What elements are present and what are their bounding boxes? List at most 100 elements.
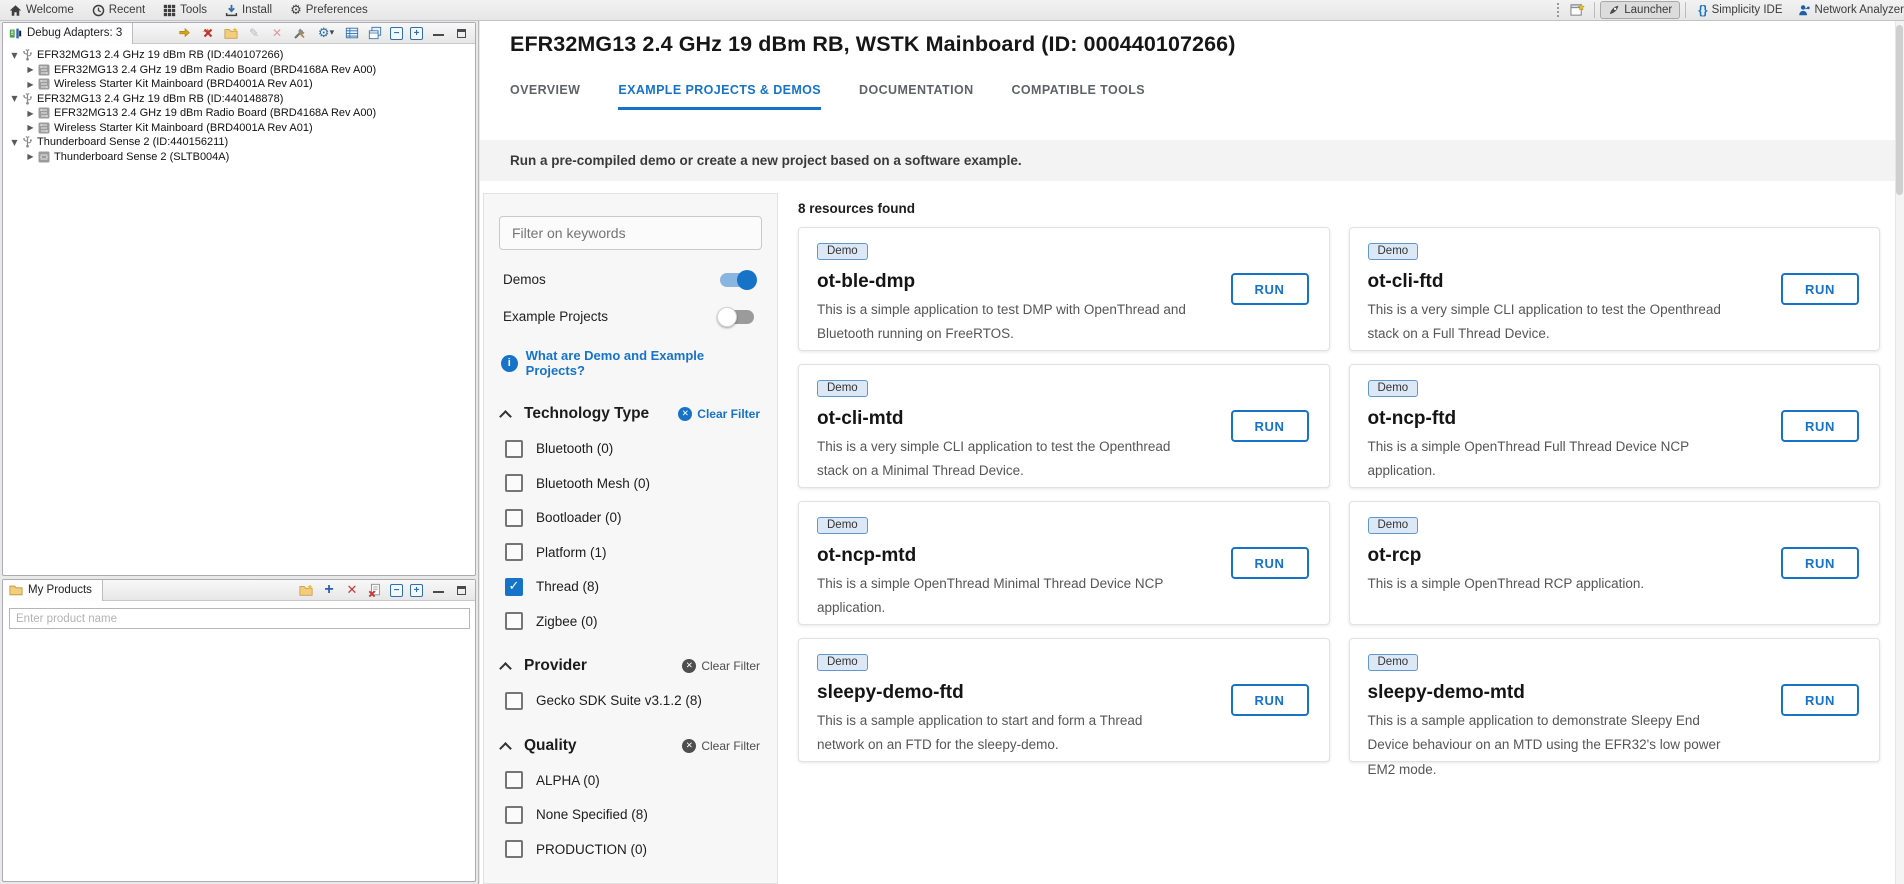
scrollbar-thumb[interactable] (1896, 25, 1903, 195)
run-button[interactable]: RUN (1231, 684, 1309, 716)
collapse-section-icon[interactable] (501, 741, 511, 751)
checkbox[interactable] (505, 692, 523, 710)
view-menu-icon[interactable] (344, 25, 360, 41)
checkbox[interactable] (505, 509, 523, 527)
collapse-all-icon[interactable]: − (390, 584, 403, 597)
run-button[interactable]: RUN (1231, 547, 1309, 579)
keyword-filter-input[interactable] (499, 216, 762, 250)
scrollbar[interactable] (1895, 21, 1904, 884)
expand-all-icon[interactable]: + (410, 584, 423, 597)
clear-filter-quality[interactable]: ✕ Clear Filter (682, 739, 760, 753)
my-products-header: My Products + ✕ − + (3, 580, 475, 601)
my-products-tab[interactable]: My Products (3, 580, 103, 601)
filter-option-none-specified[interactable]: None Specified (8) (499, 806, 762, 824)
perspective-launcher[interactable]: Launcher (1600, 1, 1680, 19)
maximize-view-icon[interactable] (453, 582, 469, 598)
menu-install[interactable]: Install (216, 0, 281, 20)
filter-option-production[interactable]: PRODUCTION (0) (499, 840, 762, 858)
rename-icon[interactable]: ✎ (246, 25, 262, 41)
expander-icon[interactable]: ▼ (10, 138, 19, 147)
collapse-all-icon[interactable]: − (390, 27, 403, 40)
demos-toggle[interactable] (720, 273, 754, 287)
new-folder-icon[interactable] (298, 582, 314, 598)
filter-option-platform[interactable]: Platform (1) (499, 543, 762, 561)
checkbox[interactable] (505, 840, 523, 858)
checkbox[interactable] (505, 440, 523, 458)
clear-filter-technology[interactable]: ✕ Clear Filter (678, 407, 760, 421)
example-projects-toggle[interactable] (720, 310, 754, 324)
menu-welcome[interactable]: Welcome (0, 0, 83, 20)
collapse-section-icon[interactable] (501, 661, 511, 671)
run-button[interactable]: RUN (1781, 410, 1859, 442)
filter-option-gecko-sdk[interactable]: Gecko SDK Suite v3.1.2 (8) (499, 692, 762, 710)
run-button[interactable]: RUN (1781, 684, 1859, 716)
checkbox[interactable] (505, 806, 523, 824)
expander-icon[interactable]: ▶ (26, 80, 35, 89)
debug-adapters-tab[interactable]: Debug Adapters: 3 (3, 23, 133, 44)
tree-row[interactable]: ▶ Wireless Starter Kit Mainboard (BRD400… (3, 121, 475, 136)
card-description: This is a very simple CLI application to… (1368, 298, 1740, 348)
tree-row[interactable]: ▶ Wireless Starter Kit Mainboard (BRD400… (3, 77, 475, 92)
tree-row[interactable]: ▶ EFR32MG13 2.4 GHz 19 dBm Radio Board (… (3, 106, 475, 121)
run-button[interactable]: RUN (1781, 273, 1859, 305)
menu-preferences[interactable]: ⚙ Preferences (281, 0, 377, 20)
minimize-view-icon[interactable] (430, 582, 446, 598)
delete-icon[interactable]: ✕ (269, 25, 285, 41)
checkbox-checked[interactable]: ✓ (505, 578, 523, 596)
example-projects-toggle-label: Example Projects (503, 309, 608, 324)
grid-icon (163, 4, 176, 17)
open-perspective-icon[interactable] (1570, 3, 1585, 17)
product-search-input[interactable] (9, 608, 470, 629)
expander-icon[interactable]: ▼ (10, 94, 19, 103)
disconnect-adapter-icon[interactable] (200, 25, 216, 41)
expander-icon[interactable]: ▶ (26, 123, 35, 132)
checkbox[interactable] (505, 771, 523, 789)
tab-example-projects-demos[interactable]: EXAMPLE PROJECTS & DEMOS (618, 83, 821, 110)
connect-adapter-icon[interactable] (177, 25, 193, 41)
perspective-network-analyzer[interactable]: Network Analyzer (1790, 1, 1904, 19)
filter-option-zigbee[interactable]: Zigbee (0) (499, 612, 762, 630)
filter-option-bluetooth-mesh[interactable]: Bluetooth Mesh (0) (499, 474, 762, 492)
tree-row[interactable]: ▼ EFR32MG13 2.4 GHz 19 dBm RB (ID:440148… (3, 92, 475, 107)
tree-row[interactable]: ▶ Thunderboard Sense 2 (SLTB004A) (3, 150, 475, 165)
new-folder-icon[interactable] (223, 25, 239, 41)
demo-help-link[interactable]: What are Demo and Example Projects? (526, 348, 762, 378)
checkbox[interactable] (505, 612, 523, 630)
tab-overview[interactable]: OVERVIEW (510, 83, 580, 110)
tree-row[interactable]: ▶ EFR32MG13 2.4 GHz 19 dBm Radio Board (… (3, 63, 475, 78)
layout-copy-icon[interactable] (367, 25, 383, 41)
card-description: This is a simple application to test DMP… (817, 298, 1189, 348)
clear-filter-provider[interactable]: ✕ Clear Filter (682, 659, 760, 673)
page-title: EFR32MG13 2.4 GHz 19 dBm RB, WSTK Mainbo… (510, 32, 1235, 57)
expander-icon[interactable]: ▶ (26, 65, 35, 74)
run-button[interactable]: RUN (1231, 410, 1309, 442)
run-button[interactable]: RUN (1781, 547, 1859, 579)
add-product-icon[interactable]: + (321, 582, 337, 598)
expand-all-icon[interactable]: + (410, 27, 423, 40)
checkbox[interactable] (505, 543, 523, 561)
expander-icon[interactable]: ▼ (10, 51, 19, 60)
run-button[interactable]: RUN (1231, 273, 1309, 305)
minimize-view-icon[interactable] (430, 25, 446, 41)
menu-tools[interactable]: Tools (154, 0, 216, 20)
perspective-simplicity-ide[interactable]: {} Simplicity IDE (1691, 1, 1789, 19)
expander-icon[interactable]: ▶ (26, 152, 35, 161)
filter-option-bootloader[interactable]: Bootloader (0) (499, 509, 762, 527)
tree-row[interactable]: ▼ Thunderboard Sense 2 (ID:440156211) (3, 135, 475, 150)
filter-option-thread[interactable]: ✓ Thread (8) (499, 578, 762, 596)
collapse-section-icon[interactable] (501, 409, 511, 419)
tab-documentation[interactable]: DOCUMENTATION (859, 83, 973, 110)
menu-recent[interactable]: Recent (83, 0, 154, 20)
maximize-view-icon[interactable] (453, 25, 469, 41)
remove-product-icon[interactable]: ✕ (344, 582, 360, 598)
tools-wrench-icon[interactable] (292, 25, 308, 41)
demo-badge: Demo (817, 243, 868, 260)
settings-dropdown-icon[interactable]: ⚙ ▾ (315, 25, 337, 41)
tab-compatible-tools[interactable]: COMPATIBLE TOOLS (1012, 83, 1145, 110)
expander-icon[interactable]: ▶ (26, 109, 35, 118)
checkbox[interactable] (505, 474, 523, 492)
filter-option-alpha[interactable]: ALPHA (0) (499, 771, 762, 789)
filter-option-bluetooth[interactable]: Bluetooth (0) (499, 440, 762, 458)
remove-all-products-icon[interactable] (367, 582, 383, 598)
tree-row[interactable]: ▼ EFR32MG13 2.4 GHz 19 dBm RB (ID:440107… (3, 48, 475, 63)
